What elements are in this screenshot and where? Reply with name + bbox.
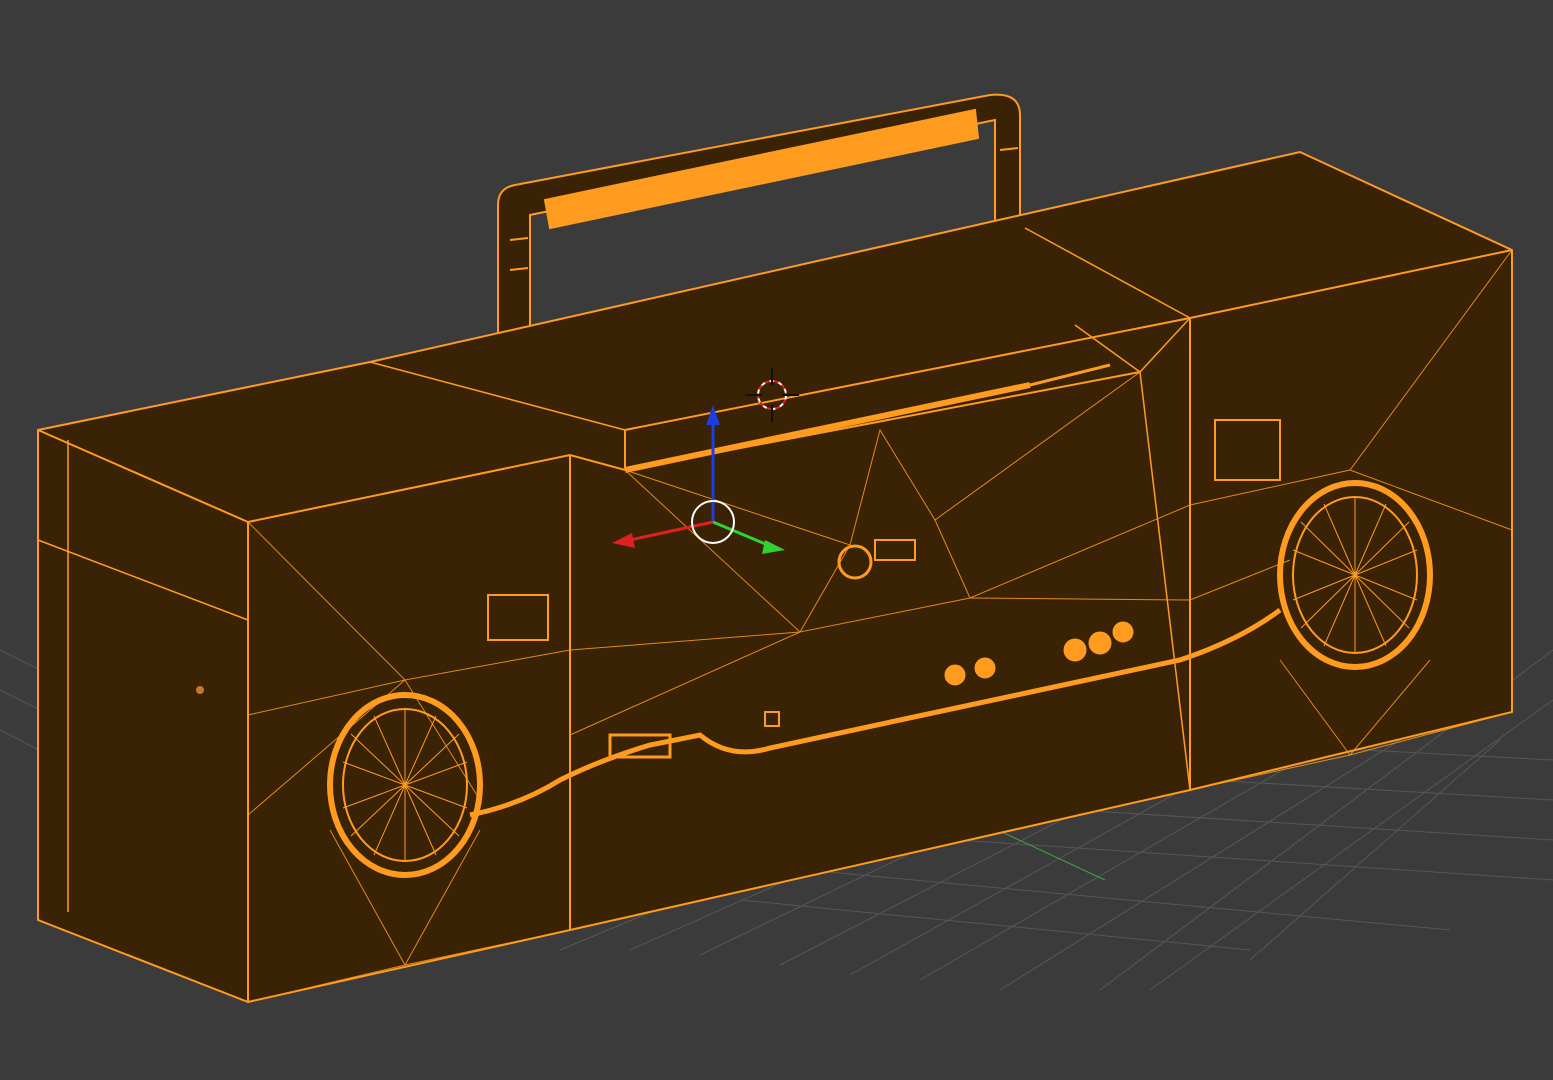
viewport-canvas[interactable] — [0, 0, 1553, 1080]
boombox-body-mesh[interactable] — [37, 150, 1513, 1004]
vertex-point — [196, 686, 204, 694]
3d-viewport[interactable] — [0, 0, 1553, 1080]
